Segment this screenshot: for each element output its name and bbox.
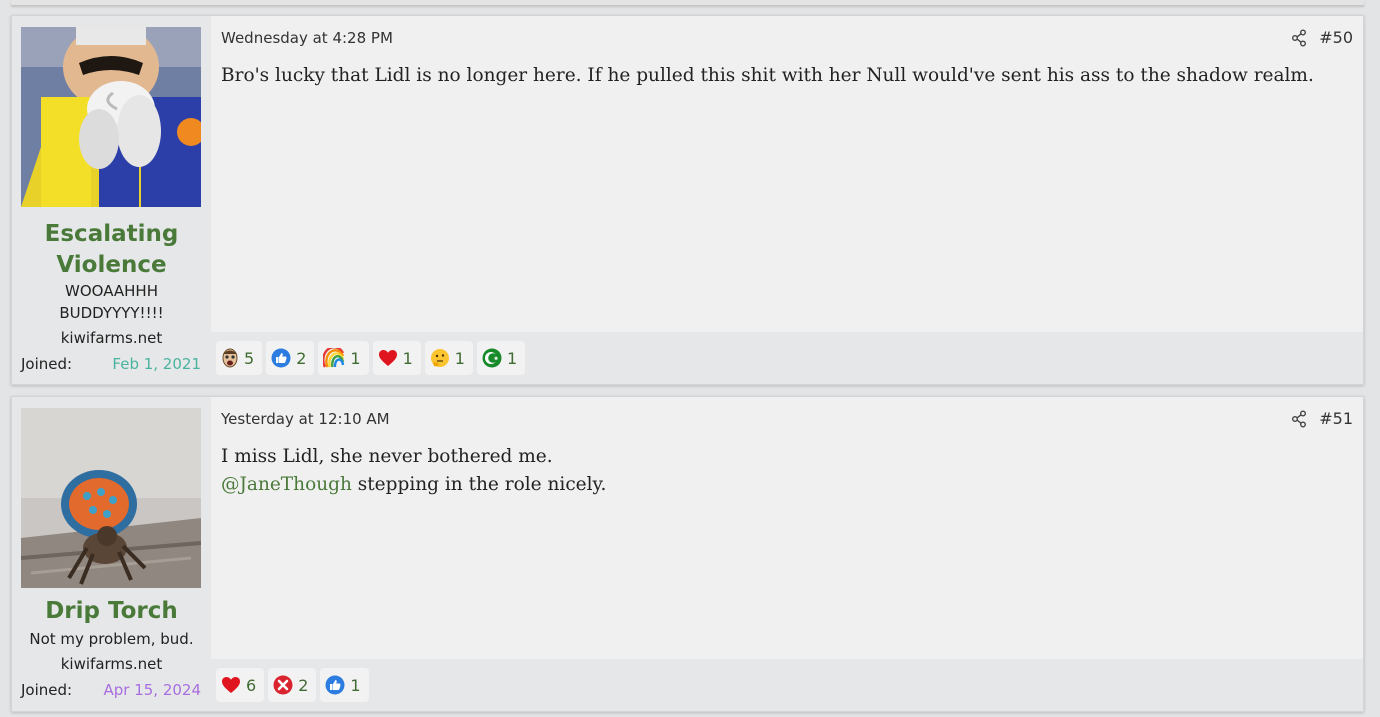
post-text-line-1: I miss Lidl, she never bothered me. <box>221 446 553 467</box>
heart-icon <box>378 349 398 367</box>
reaction-count: 6 <box>246 675 257 695</box>
post-date-link[interactable]: Yesterday at 12:10 AM <box>221 410 390 428</box>
thinking-face-icon <box>430 348 450 368</box>
post-date-link[interactable]: Wednesday at 4:28 PM <box>221 29 393 47</box>
reaction-dislike[interactable]: 2 <box>268 668 317 702</box>
joined-date: Apr 15, 2024 <box>103 681 201 699</box>
reaction-count: 2 <box>298 675 309 695</box>
user-site: kiwifarms.net <box>60 329 163 347</box>
reaction-love[interactable]: 1 <box>372 341 421 375</box>
avatar[interactable] <box>21 27 201 207</box>
reaction-count: 1 <box>350 348 361 368</box>
username-link[interactable]: Escalating Violence <box>12 219 211 281</box>
post-text: Bro's lucky that Lidl is no longer here.… <box>221 65 1314 86</box>
joined-row: Joined: Feb 1, 2021 <box>21 355 201 373</box>
reaction-count: 1 <box>454 348 465 368</box>
share-icon[interactable] <box>1291 29 1307 47</box>
reaction-love[interactable]: 6 <box>216 668 265 702</box>
joined-label: Joined: <box>21 681 73 699</box>
user-site: kiwifarms.net <box>60 655 163 673</box>
rainbow-icon <box>323 348 345 368</box>
red-x-icon <box>273 675 293 695</box>
reaction-count: 1 <box>506 348 518 368</box>
reactions-bar: 6 2 1 <box>211 659 1363 711</box>
previous-post-edge <box>11 0 1364 6</box>
post-body: I miss Lidl, she never bothered me. @Jan… <box>221 443 1343 499</box>
heart-icon <box>221 676 241 694</box>
share-icon[interactable] <box>1291 410 1307 428</box>
user-info: Drip Torch Not my problem, bud. kiwifarm… <box>12 397 211 711</box>
reaction-count: 1 <box>350 675 361 695</box>
reaction-soyjak[interactable]: 5 <box>216 341 263 375</box>
post-body: Bro's lucky that Lidl is no longer here.… <box>221 62 1343 90</box>
reaction-like[interactable]: 2 <box>266 341 315 375</box>
reaction-count: 5 <box>244 348 255 368</box>
reaction-count: 2 <box>296 348 307 368</box>
soyjak-face-icon <box>221 348 239 368</box>
post-main: Yesterday at 12:10 AM #51 I miss Lidl, s… <box>211 397 1363 711</box>
reactions-bar: 5 2 1 1 1 1 <box>211 332 1363 384</box>
post-number-link[interactable]: #51 <box>1319 409 1353 428</box>
reaction-count: 1 <box>402 348 413 368</box>
reaction-thinking[interactable]: 1 <box>424 341 473 375</box>
avatar[interactable] <box>21 408 201 588</box>
post-50: Escalating Violence WOOAAHHH BUDDYYYY!!!… <box>11 15 1364 385</box>
post-51: Drip Torch Not my problem, bud. kiwifarm… <box>11 396 1364 712</box>
user-mention-link[interactable]: @JaneThough <box>221 474 352 495</box>
islam-crescent-icon <box>482 348 502 368</box>
joined-date: Feb 1, 2021 <box>112 355 201 373</box>
joined-label: Joined: <box>21 355 73 373</box>
username-link[interactable]: Drip Torch <box>12 596 211 627</box>
user-info: Escalating Violence WOOAAHHH BUDDYYYY!!!… <box>12 16 211 384</box>
user-title: Not my problem, bud. <box>29 630 194 648</box>
thumbs-up-icon <box>271 348 291 368</box>
thumbs-up-icon <box>325 675 345 695</box>
post-number-link[interactable]: #50 <box>1319 28 1353 47</box>
user-title: WOOAAHHH BUDDYYYY!!!! <box>59 282 164 322</box>
post-text-rest: stepping in the role nicely. <box>351 474 607 495</box>
reaction-rainbow[interactable]: 1 <box>318 341 369 375</box>
post-text-line-2: @JaneThough stepping in the role nicely. <box>221 471 1343 499</box>
reaction-islamic[interactable]: 1 <box>476 341 526 375</box>
joined-row: Joined: Apr 15, 2024 <box>21 681 201 699</box>
reaction-like[interactable]: 1 <box>320 668 369 702</box>
post-main: Wednesday at 4:28 PM #50 Bro's lucky tha… <box>211 16 1363 384</box>
